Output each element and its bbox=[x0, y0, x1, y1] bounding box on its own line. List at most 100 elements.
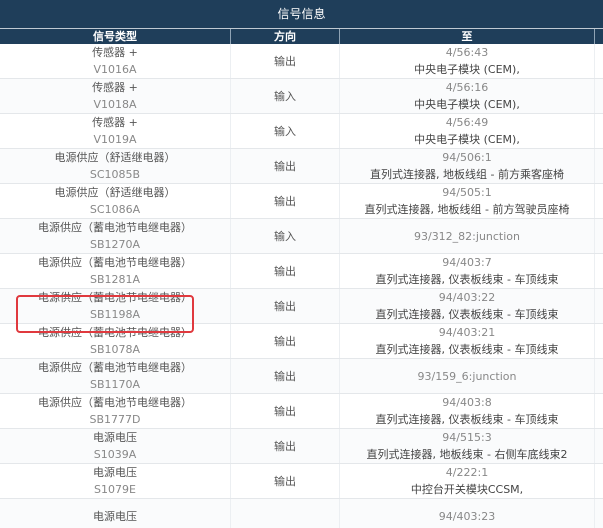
direction-label: 输入 bbox=[274, 89, 296, 103]
destination-component-label: 中央电子模块 (CEM), bbox=[414, 133, 520, 146]
destination-pin-label[interactable]: 94/403:8 bbox=[442, 394, 491, 411]
destination-pin-label[interactable]: 94/515:3 bbox=[442, 429, 491, 446]
direction-cell: 输入 bbox=[231, 114, 340, 148]
extra-cell bbox=[595, 219, 603, 253]
direction-cell: 输出 bbox=[231, 184, 340, 218]
destination-cell: 93/159_6:junction bbox=[340, 359, 595, 393]
direction-cell: 输出 bbox=[231, 359, 340, 393]
destination-cell: 4/56:16 中央电子模块 (CEM), bbox=[340, 79, 595, 113]
destination-pin-label[interactable]: 93/312_82:junction bbox=[414, 228, 520, 245]
signal-type-label: 电源供应（蓄电池节电继电器） bbox=[38, 256, 192, 269]
signal-code-label: SC1086A bbox=[89, 203, 141, 216]
signal-type-label: 电源供应（舒适继电器） bbox=[54, 151, 176, 164]
signal-type-cell: 电源供应（蓄电池节电继电器） SB1777D bbox=[0, 394, 231, 428]
signal-code-label: SB1078A bbox=[89, 343, 141, 356]
signal-type-label: 电源供应（蓄电池节电继电器） bbox=[38, 291, 192, 304]
direction-label: 输入 bbox=[274, 124, 296, 138]
table-row[interactable]: 传感器 + V1016A 输出 4/56:43 中央电子模块 (CEM), bbox=[0, 44, 603, 79]
destination-pin-label[interactable]: 4/56:43 bbox=[446, 44, 488, 61]
direction-cell: 输出 bbox=[231, 289, 340, 323]
destination-pin-label[interactable]: 93/159_6:junction bbox=[417, 368, 516, 385]
destination-pin-label[interactable]: 94/505:1 bbox=[442, 184, 491, 201]
signal-code-label: SB1170A bbox=[89, 378, 141, 391]
extra-cell bbox=[595, 149, 603, 183]
destination-cell: 94/403:23 bbox=[340, 499, 595, 528]
destination-cell: 94/403:7 直列式连接器, 仪表板线束 - 车顶线束 bbox=[340, 254, 595, 288]
direction-label: 输出 bbox=[274, 299, 296, 313]
destination-pin-label[interactable]: 94/403:7 bbox=[442, 254, 491, 271]
signal-type-cell: 电源供应（蓄电池节电继电器） SB1078A bbox=[0, 324, 231, 358]
extra-cell bbox=[595, 464, 603, 498]
signal-type-label: 电源电压 bbox=[93, 509, 137, 523]
destination-component-label: 直列式连接器, 地板线组 - 前方乘客座椅 bbox=[370, 168, 564, 181]
direction-cell: 输出 bbox=[231, 429, 340, 463]
signal-code-label: SB1777D bbox=[89, 413, 141, 426]
table-row[interactable]: 电源供应（蓄电池节电继电器） SB1198A 输出 94/403:22 直列式连接器, … bbox=[0, 289, 603, 324]
table-body: 传感器 + V1016A 输出 4/56:43 中央电子模块 (CEM), 传感器 + V1… bbox=[0, 44, 603, 528]
destination-pin-label[interactable]: 94/403:21 bbox=[439, 324, 495, 341]
destination-pin-label[interactable]: 94/403:22 bbox=[439, 289, 495, 306]
direction-label: 输出 bbox=[274, 334, 296, 348]
signal-type-cell: 传感器 + V1016A bbox=[0, 44, 231, 78]
table-row[interactable]: 电源供应（蓄电池节电继电器） SB1078A 输出 94/403:21 直列式连接器, … bbox=[0, 324, 603, 359]
signal-type-label: 电源供应（蓄电池节电继电器） bbox=[38, 326, 192, 339]
column-header-to[interactable]: 至 bbox=[340, 29, 595, 44]
direction-cell: 输入 bbox=[231, 219, 340, 253]
direction-label: 输出 bbox=[274, 159, 296, 173]
direction-label: 输入 bbox=[274, 229, 296, 243]
signal-code-label: SB1198A bbox=[89, 308, 141, 321]
signal-type-label: 电源供应（蓄电池节电继电器） bbox=[38, 396, 192, 409]
direction-label: 输出 bbox=[274, 194, 296, 208]
direction-cell: 输出 bbox=[231, 149, 340, 183]
table-row[interactable]: 电源供应（蓄电池节电继电器） SB1777D 输出 94/403:8 直列式连接器, 仪… bbox=[0, 394, 603, 429]
extra-cell bbox=[595, 499, 603, 528]
signal-type-label: 电源电压 bbox=[93, 431, 137, 444]
destination-cell: 94/403:8 直列式连接器, 仪表板线束 - 车顶线束 bbox=[340, 394, 595, 428]
signal-type-label: 传感器 + bbox=[92, 46, 138, 59]
table-row[interactable]: 电源电压 S1079E 输出 4/222:1 中控台开关模块CCSM, bbox=[0, 464, 603, 499]
table-row[interactable]: 传感器 + V1019A 输入 4/56:49 中央电子模块 (CEM), bbox=[0, 114, 603, 149]
destination-component-label: 直列式连接器, 仪表板线束 - 车顶线束 bbox=[375, 343, 559, 356]
destination-pin-label[interactable]: 4/56:16 bbox=[446, 79, 488, 96]
table-header: 信号类型 方向 至 bbox=[0, 29, 603, 44]
table-row[interactable]: 电源供应（舒适继电器） SC1085B 输出 94/506:1 直列式连接器, 地板线组… bbox=[0, 149, 603, 184]
signal-type-label: 电源供应（舒适继电器） bbox=[54, 186, 176, 199]
extra-cell bbox=[595, 359, 603, 393]
direction-cell: 输出 bbox=[231, 394, 340, 428]
table-row[interactable]: 传感器 + V1018A 输入 4/56:16 中央电子模块 (CEM), bbox=[0, 79, 603, 114]
signal-type-cell: 电源供应（舒适继电器） SC1085B bbox=[0, 149, 231, 183]
table-row[interactable]: 电源供应（蓄电池节电继电器） SB1281A 输出 94/403:7 直列式连接器, 仪… bbox=[0, 254, 603, 289]
signal-type-cell: 电源电压 S1039A bbox=[0, 429, 231, 463]
extra-cell bbox=[595, 394, 603, 428]
signal-info-panel: 信号信息 信号类型 方向 至 传感器 + V1016A 输出 4/56:43 中央电子模… bbox=[0, 0, 603, 528]
destination-pin-label[interactable]: 94/403:23 bbox=[439, 508, 495, 525]
destination-pin-label[interactable]: 4/222:1 bbox=[446, 464, 488, 481]
signal-type-label: 电源电压 bbox=[93, 466, 137, 479]
signal-type-label: 传感器 + bbox=[92, 81, 138, 94]
extra-cell bbox=[595, 254, 603, 288]
destination-pin-label[interactable]: 4/56:49 bbox=[446, 114, 488, 131]
direction-label: 输出 bbox=[274, 404, 296, 418]
destination-cell: 94/403:22 直列式连接器, 仪表板线束 - 车顶线束 bbox=[340, 289, 595, 323]
table-row[interactable]: 电源供应（舒适继电器） SC1086A 输出 94/505:1 直列式连接器, 地板线组… bbox=[0, 184, 603, 219]
destination-component-label: 直列式连接器, 仪表板线束 - 车顶线束 bbox=[375, 273, 559, 286]
destination-component-label: 直列式连接器, 仪表板线束 - 车顶线束 bbox=[375, 308, 559, 321]
extra-cell bbox=[595, 324, 603, 358]
table-row[interactable]: 电源电压 94/403:23 bbox=[0, 499, 603, 528]
table-row[interactable]: 电源供应（蓄电池节电继电器） SB1270A 输入 93/312_82:junctio… bbox=[0, 219, 603, 254]
signal-type-cell: 电源供应（蓄电池节电继电器） SB1198A bbox=[0, 289, 231, 323]
destination-cell: 94/403:21 直列式连接器, 仪表板线束 - 车顶线束 bbox=[340, 324, 595, 358]
destination-pin-label[interactable]: 94/506:1 bbox=[442, 149, 491, 166]
column-header-signal-type[interactable]: 信号类型 bbox=[0, 29, 231, 44]
table-row[interactable]: 电源供应（蓄电池节电继电器） SB1170A 输出 93/159_6:junction bbox=[0, 359, 603, 394]
column-header-direction[interactable]: 方向 bbox=[231, 29, 340, 44]
direction-label: 输出 bbox=[274, 439, 296, 453]
extra-cell bbox=[595, 429, 603, 463]
direction-cell: 输出 bbox=[231, 324, 340, 358]
destination-component-label: 直列式连接器, 地板线束 - 右侧车底线束2 bbox=[366, 448, 568, 461]
extra-cell bbox=[595, 289, 603, 323]
destination-cell: 94/506:1 直列式连接器, 地板线组 - 前方乘客座椅 bbox=[340, 149, 595, 183]
signal-code-label: SB1281A bbox=[89, 273, 141, 286]
table-row[interactable]: 电源电压 S1039A 输出 94/515:3 直列式连接器, 地板线束 - 右侧车底线… bbox=[0, 429, 603, 464]
signal-type-cell: 电源供应（蓄电池节电继电器） SB1281A bbox=[0, 254, 231, 288]
